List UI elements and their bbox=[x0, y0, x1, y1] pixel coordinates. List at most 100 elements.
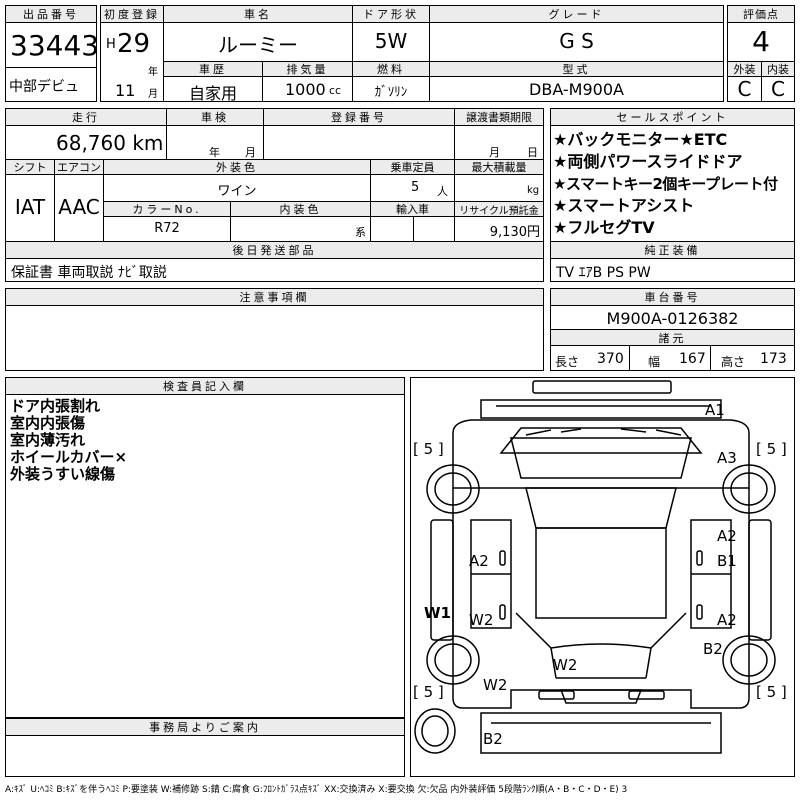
first-reg-cell: H 29 年 11 月 bbox=[100, 22, 164, 102]
colorno-cell: R72 bbox=[103, 216, 231, 242]
inspector-cell: ドア内張割れ 室内内張傷 室内薄汚れ ホイールカバー× 外装うすい線傷 bbox=[5, 394, 405, 718]
transfer-month-unit: 月 bbox=[489, 146, 500, 159]
score-label: 評価点 bbox=[727, 5, 795, 23]
debut-text: 中部デビュ bbox=[9, 79, 79, 95]
equipment: TV ｴｱB PS PW bbox=[556, 265, 651, 281]
damage-b1: B1 bbox=[717, 552, 737, 570]
era: H bbox=[106, 37, 116, 52]
office-cell bbox=[5, 735, 405, 777]
sales-points-list: ★バックモニター★ETC ★両側パワースライドドア ★スマートキー2個キープレー… bbox=[553, 129, 778, 239]
intcolor-label: 内装色 bbox=[230, 201, 371, 217]
dimensions-cell: 長さ 370 幅 167 高さ 173 bbox=[550, 345, 795, 371]
width: 167 bbox=[679, 351, 706, 367]
sales-point: ★バックモニター★ETC bbox=[553, 130, 728, 149]
intcolor-cell: 系 bbox=[230, 216, 371, 242]
recycle-cell: 9,130円 bbox=[454, 216, 544, 242]
seats-unit: 人 bbox=[437, 185, 448, 198]
inspection-year-unit: 年 bbox=[209, 146, 220, 159]
door-type: 5W bbox=[374, 29, 408, 53]
inspector-note: 室内内張傷 bbox=[10, 414, 86, 432]
recycle-label: リサイクル預託金 bbox=[454, 201, 544, 217]
height-label: 高さ bbox=[721, 355, 746, 369]
model-cell: DBA-M900A bbox=[429, 76, 724, 102]
displacement-label: 排気量 bbox=[262, 61, 353, 77]
inspection-label: 車検 bbox=[166, 108, 264, 126]
load-unit: kg bbox=[527, 185, 540, 196]
damage-a1: A1 bbox=[705, 401, 725, 419]
inspector-label: 検査員記入欄 bbox=[5, 377, 405, 395]
shift-cell: IAT bbox=[5, 174, 55, 242]
history: 自家用 bbox=[188, 84, 237, 103]
transfer-day-unit: 日 bbox=[527, 146, 538, 159]
fuel: ｶﾞｿﾘﾝ bbox=[374, 85, 408, 100]
color-label: 外装色 bbox=[103, 159, 371, 175]
tread-rear-left: [ 5 ] bbox=[413, 683, 444, 701]
color: ワイン bbox=[217, 184, 257, 199]
load-cell: kg bbox=[454, 174, 544, 202]
colorno: R72 bbox=[154, 221, 180, 236]
damage-w2-rear: W2 bbox=[483, 676, 508, 694]
car-name: ルーミー bbox=[218, 33, 298, 57]
load-label: 最大積載量 bbox=[454, 159, 544, 175]
sales-point: ★フルセグTV bbox=[553, 218, 655, 237]
office-label: 事務局よりご案内 bbox=[5, 718, 405, 736]
length-label: 長さ bbox=[555, 355, 580, 369]
height: 173 bbox=[760, 351, 787, 367]
damage-a2-right: A2 bbox=[717, 527, 737, 545]
grade-cell: G S bbox=[429, 22, 724, 62]
reg-year: 29 bbox=[117, 29, 151, 59]
interior-label: 内装 bbox=[761, 61, 795, 77]
inspector-note: ホイールカバー× bbox=[10, 448, 128, 466]
later-parts: 保証書 車両取説 ﾅﾋﾞ取説 bbox=[11, 265, 167, 281]
history-label: 車歴 bbox=[163, 61, 263, 77]
history-cell: 自家用 bbox=[163, 76, 263, 103]
chassis-number: M900A-0126382 bbox=[606, 309, 739, 328]
inspector-note: 外装うすい線傷 bbox=[10, 465, 116, 483]
sales-points-cell: ★バックモニター★ETC ★両側パワースライドドア ★スマートキー2個キープレー… bbox=[550, 125, 795, 242]
import-label: 輸入車 bbox=[370, 201, 455, 217]
chassis-cell: M900A-0126382 bbox=[550, 305, 795, 330]
score: 4 bbox=[752, 25, 770, 58]
length: 370 bbox=[597, 351, 624, 367]
debut-cell: 中部デビュ bbox=[5, 67, 97, 102]
reg-month: 11 bbox=[115, 81, 136, 100]
model-label: 型式 bbox=[429, 61, 724, 77]
year-unit: 年 bbox=[148, 67, 158, 78]
first-reg-label: 初度登録 bbox=[100, 5, 164, 23]
ac: AAC bbox=[58, 195, 100, 219]
exterior-cell: C bbox=[727, 76, 762, 102]
car-name-label: 車名 bbox=[163, 5, 353, 23]
lot-label: 出品番号 bbox=[5, 5, 97, 23]
import-cell-2 bbox=[413, 216, 455, 242]
equipment-label: 純正装備 bbox=[550, 241, 795, 259]
score-cell: 4 bbox=[727, 22, 795, 62]
fuel-cell: ｶﾞｿﾘﾝ bbox=[352, 76, 430, 102]
interior-cell: C bbox=[761, 76, 795, 102]
inspector-note: ドア内張割れ bbox=[10, 397, 101, 415]
inspection-month-unit: 月 bbox=[245, 146, 256, 159]
exterior-label: 外装 bbox=[727, 61, 762, 77]
damage-a2-right-2: A2 bbox=[717, 611, 737, 629]
car-outline bbox=[414, 380, 776, 754]
lot-number: 33443 bbox=[10, 29, 100, 62]
damage-a3: A3 bbox=[717, 449, 737, 467]
tread-front-right: [ 5 ] bbox=[756, 440, 787, 458]
dimensions-label: 諸元 bbox=[550, 329, 795, 346]
sales-point: ★スマートキー2個キープレート付 bbox=[553, 175, 778, 193]
import-cell bbox=[370, 216, 414, 242]
interior-grade: C bbox=[771, 77, 785, 101]
displacement-unit: cc bbox=[329, 84, 342, 97]
displacement: 1000 bbox=[285, 80, 326, 99]
ac-cell: AAC bbox=[54, 174, 104, 242]
car-name-cell: ルーミー bbox=[163, 22, 353, 62]
width-label: 幅 bbox=[648, 355, 661, 369]
reg-number-cell bbox=[263, 125, 455, 160]
inspector-note: 室内薄汚れ bbox=[10, 431, 86, 449]
exterior-grade: C bbox=[737, 77, 752, 101]
damage-w2-floor: W2 bbox=[553, 656, 578, 674]
chassis-label: 車台番号 bbox=[550, 288, 795, 306]
color-cell: ワイン bbox=[103, 174, 371, 202]
recycle: 9,130円 bbox=[489, 225, 540, 240]
damage-diagram: [ 5 ] [ 5 ] [ 5 ] [ 5 ] A1 A3 A2 A2 B1 W… bbox=[410, 377, 795, 777]
damage-b2-right: B2 bbox=[703, 640, 723, 658]
